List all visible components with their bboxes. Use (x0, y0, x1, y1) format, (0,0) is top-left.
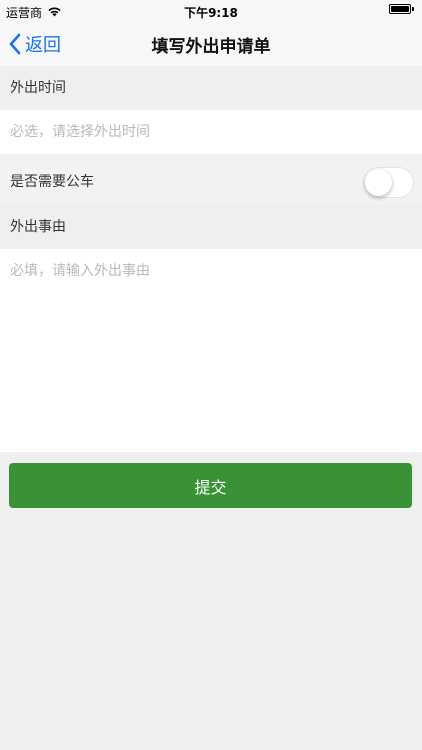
car-toggle-switch[interactable] (363, 167, 414, 198)
status-right (389, 4, 414, 14)
status-time: 下午9:18 (184, 6, 238, 20)
page-title: 填写外出申请单 (151, 37, 271, 57)
car-toggle-label: 是否需要公车 (10, 174, 94, 190)
submit-button[interactable]: 提交 (9, 463, 412, 508)
outing-time-field[interactable]: 必选，请选择外出时间 (0, 110, 422, 154)
nav-bar: 返回 填写外出申请单 (0, 22, 422, 66)
reason-area (0, 249, 422, 452)
status-bar: 运营商 下午9:18 (0, 0, 422, 22)
car-toggle-row: 是否需要公车 (0, 160, 422, 204)
battery-icon (389, 4, 411, 14)
time-section-header: 外出时间 (0, 66, 422, 110)
toggle-knob (365, 169, 392, 196)
battery-fill (391, 6, 409, 12)
reason-section-header: 外出事由 (0, 205, 422, 249)
reason-input[interactable] (0, 249, 422, 452)
battery-cap (412, 7, 414, 11)
